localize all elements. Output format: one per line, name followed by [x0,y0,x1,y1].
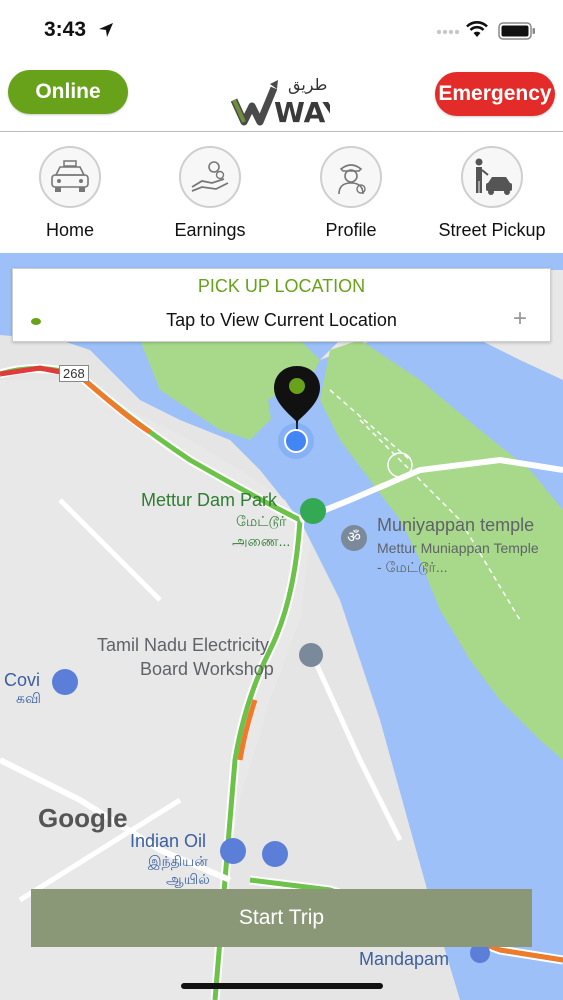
building-marker-icon[interactable] [299,643,323,667]
earnings-icon [179,146,241,208]
nav-item-earnings[interactable]: Earnings [140,146,280,246]
map-label-park: Mettur Dam Park [141,490,278,510]
add-location-button[interactable]: + [513,305,527,333]
pickup-location-card[interactable]: PICK UP LOCATION Tap to View Current Loc… [12,268,551,342]
taxi-icon [39,146,101,208]
shopping-marker-icon-2[interactable] [262,841,288,867]
google-logo: Google [38,803,128,833]
start-trip-button[interactable]: Start Trip [31,889,532,947]
park-marker-icon[interactable] [300,498,326,524]
temple-marker-icon[interactable]: ॐ [341,525,367,551]
map-label-temple: Muniyappan temple [377,515,535,535]
battery-icon [498,22,535,40]
wifi-icon [466,21,488,37]
status-time: 3:43 [44,18,87,41]
map-label-temple-sub-1: Mettur Muniappan Temple [377,540,539,556]
map-label-covi-tamil: கவி [16,690,41,706]
status-bar: 3:43 [0,0,563,58]
map-label-board-1: Tamil Nadu Electricity [97,635,270,655]
map-label-indian-oil: Indian Oil [130,831,207,851]
shopping-marker-icon[interactable] [52,669,78,695]
home-indicator[interactable] [181,983,383,989]
signal-icon [436,29,460,35]
nav-item-home[interactable]: Home [0,146,140,246]
nav-label-street-pickup: Street Pickup [438,220,546,240]
nav-label-profile: Profile [325,220,377,240]
logo-latin-text: WAY [274,96,330,126]
map-label-temple-sub-2: - மேட்டூர்... [377,559,448,575]
map-label-board-2: Board Workshop [140,659,274,679]
street-pickup-icon [461,146,523,208]
map-label-covi: Covi [4,670,41,690]
logo-arabic-text: طريق [288,75,327,95]
fuel-marker-icon[interactable] [220,838,246,864]
nav-item-street-pickup[interactable]: Street Pickup [422,146,562,246]
location-arrow-icon [99,23,113,37]
emergency-button[interactable]: Emergency [435,72,555,116]
top-bar: Online طريق WAY Emergency [0,58,563,132]
nav-item-profile[interactable]: Profile [281,146,421,246]
nav-label-home: Home [45,220,94,240]
driver-profile-icon [320,146,382,208]
map-label-mandapam: Mandapam [359,949,450,969]
pickup-title: PICK UP LOCATION [197,276,366,296]
map-label-park-tamil-1: மேட்டூர் [236,513,287,529]
nav-label-earnings: Earnings [174,220,246,240]
map-view[interactable]: 268 PICK UP LOCATION Tap to View Current… [0,253,563,1000]
map-label-park-tamil-2: அணை... [232,533,291,549]
online-toggle-button[interactable]: Online [8,70,128,114]
current-location-dot [284,429,308,453]
nav-row: Home Earnings Profile Street Pickup [0,132,563,253]
map-label-indian-oil-tamil-2: ஆயில் [166,871,210,887]
pickup-current-location[interactable]: Tap to View Current Location [13,310,550,331]
app-logo: طريق WAY [230,70,344,129]
route-badge: 268 [59,365,89,382]
map-label-indian-oil-tamil-1: இந்தியன் [148,853,208,869]
